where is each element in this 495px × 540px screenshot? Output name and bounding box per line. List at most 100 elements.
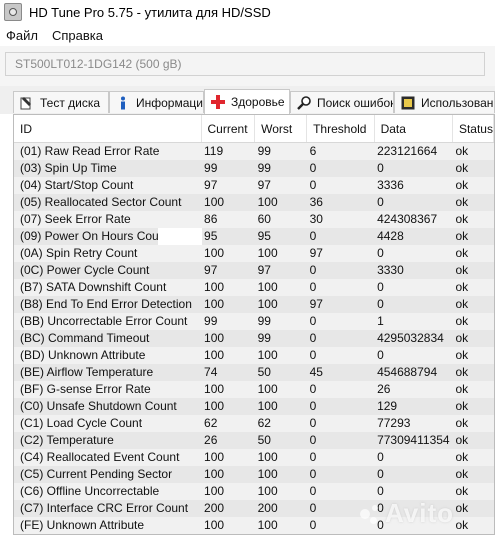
attribute-id: (C7) Interface CRC Error Count <box>14 500 202 517</box>
table-row[interactable]: (C0) Unsafe Shutdown Count 100 100 0 129 ok <box>14 398 494 415</box>
raw-data: 223121664 <box>374 142 453 160</box>
tab-benchmark[interactable]: Тест диска <box>13 91 109 113</box>
status-value: ok <box>452 517 494 534</box>
column-header-status[interactable]: Status <box>452 115 494 143</box>
raw-data: 0 <box>374 466 453 483</box>
tab-error-scan[interactable]: Поиск ошибок <box>290 91 394 113</box>
current-value: 95 <box>201 228 255 245</box>
raw-data: 77309411354 <box>374 432 453 449</box>
worst-value: 100 <box>254 483 307 500</box>
current-value: 100 <box>201 483 255 500</box>
table-row[interactable]: (BD) Unknown Attribute 100 100 0 0 ok <box>14 347 494 364</box>
tab-health[interactable]: Здоровье <box>204 89 290 114</box>
attribute-id: (BD) Unknown Attribute <box>14 347 202 364</box>
table-row[interactable]: (BB) Uncorrectable Error Count 99 99 0 1 ok <box>14 313 494 330</box>
tab-label: Использовани <box>421 95 495 110</box>
table-row[interactable]: (B7) SATA Downshift Count 100 100 0 0 ok <box>14 279 494 296</box>
worst-value: 97 <box>254 177 307 194</box>
attribute-id: (C5) Current Pending Sector <box>14 466 202 483</box>
worst-value: 99 <box>254 330 307 347</box>
status-value: ok <box>452 177 494 194</box>
menu-help[interactable]: Справка <box>46 28 111 43</box>
column-header-data[interactable]: Data <box>374 115 453 143</box>
table-row[interactable]: (BF) G-sense Error Rate 100 100 0 26 ok <box>14 381 494 398</box>
table-row[interactable]: (BC) Command Timeout 100 99 0 4295032834 ok <box>14 330 494 347</box>
table-row[interactable]: (C4) Reallocated Event Count 100 100 0 0 ok <box>14 449 494 466</box>
column-header-threshold[interactable]: Threshold <box>306 115 375 143</box>
attribute-id: (B7) SATA Downshift Count <box>14 279 202 296</box>
table-row[interactable]: (05) Reallocated Sector Count 100 100 36 0 ok <box>14 194 494 211</box>
raw-data: 26 <box>374 381 453 398</box>
status-value: ok <box>452 364 494 381</box>
tab-label: Тест диска <box>40 95 101 110</box>
current-value: 100 <box>201 517 255 534</box>
status-value: ok <box>452 160 494 177</box>
title-bar: HD Tune Pro 5.75 - утилита для HD/SSD <box>0 0 495 24</box>
table-row[interactable]: (0A) Spin Retry Count 100 100 97 0 ok <box>14 245 494 262</box>
tab-info[interactable]: Информация <box>109 91 204 113</box>
table-row[interactable]: (04) Start/Stop Count 97 97 0 3336 ok <box>14 177 494 194</box>
table-row[interactable]: (B8) End To End Error Detection 100 100 97 0… <box>14 296 494 313</box>
raw-data: 0 <box>374 194 453 211</box>
smart-table: ID Current Worst Threshold Data Status (… <box>14 115 494 534</box>
worst-value: 100 <box>254 194 307 211</box>
table-row[interactable]: (C5) Current Pending Sector 100 100 0 0 ok <box>14 466 494 483</box>
table-header: ID Current Worst Threshold Data Status <box>14 115 494 143</box>
table-row[interactable]: (07) Seek Error Rate 86 60 30 424308367 ok <box>14 211 494 228</box>
raw-data: 3330 <box>374 262 453 279</box>
status-value: ok <box>452 262 494 279</box>
column-header-current[interactable]: Current <box>201 115 256 143</box>
raw-data: 4295032834 <box>374 330 453 347</box>
table-row[interactable]: (BE) Airflow Temperature 74 50 45 454688794 o… <box>14 364 494 381</box>
app-disk-icon <box>4 3 22 21</box>
current-value: 100 <box>201 347 255 364</box>
health-cross-icon <box>211 95 225 109</box>
table-row[interactable]: (01) Raw Read Error Rate 119 99 6 223121664 o… <box>14 142 494 160</box>
threshold-value: 0 <box>306 330 375 347</box>
redaction-patch <box>158 228 202 245</box>
worst-value: 100 <box>254 517 307 534</box>
threshold-value: 36 <box>306 194 375 211</box>
current-value: 26 <box>201 432 255 449</box>
table-row[interactable]: (0C) Power Cycle Count 97 97 0 3330 ok <box>14 262 494 279</box>
table-row[interactable]: (C2) Temperature 26 50 0 77309411354 ok <box>14 432 494 449</box>
threshold-value: 97 <box>306 296 375 313</box>
attribute-id: (FE) Unknown Attribute <box>14 517 202 534</box>
threshold-value: 0 <box>306 262 375 279</box>
worst-value: 100 <box>254 449 307 466</box>
table-row[interactable]: (03) Spin Up Time 99 99 0 0 ok <box>14 160 494 177</box>
current-value: 100 <box>201 245 255 262</box>
threshold-value: 0 <box>306 177 375 194</box>
menu-file[interactable]: Файл <box>0 28 46 43</box>
current-value: 100 <box>201 398 255 415</box>
attribute-id: (C2) Temperature <box>14 432 202 449</box>
attribute-id: (C6) Offline Uncorrectable <box>14 483 202 500</box>
column-header-worst[interactable]: Worst <box>254 115 308 143</box>
attribute-id: (01) Raw Read Error Rate <box>14 142 202 160</box>
attribute-id: (C4) Reallocated Event Count <box>14 449 202 466</box>
raw-data: 0 <box>374 449 453 466</box>
window-title: HD Tune Pro 5.75 - утилита для HD/SSD <box>29 4 271 20</box>
raw-data: 3336 <box>374 177 453 194</box>
drive-select[interactable]: ST500LT012-1DG142 (500 gB) <box>5 52 485 76</box>
attribute-id: (0A) Spin Retry Count <box>14 245 202 262</box>
status-value: ok <box>452 279 494 296</box>
attribute-id: (C1) Load Cycle Count <box>14 415 202 432</box>
tab-disk-usage[interactable]: Использовани <box>394 91 495 113</box>
raw-data: 4428 <box>374 228 453 245</box>
threshold-value: 0 <box>306 449 375 466</box>
table-row[interactable]: (C1) Load Cycle Count 62 62 0 77293 ok <box>14 415 494 432</box>
current-value: 100 <box>201 466 255 483</box>
raw-data: 77293 <box>374 415 453 432</box>
menu-bar: Файл Справка <box>0 24 495 46</box>
column-header-id[interactable]: ID <box>14 115 202 143</box>
attribute-id: (BB) Uncorrectable Error Count <box>14 313 202 330</box>
table-row[interactable]: (09) Power On Hours Count 95 95 0 4428 ok <box>14 228 494 245</box>
status-value: ok <box>452 398 494 415</box>
threshold-value: 0 <box>306 313 375 330</box>
status-value: ok <box>452 381 494 398</box>
threshold-value: 0 <box>306 381 375 398</box>
current-value: 200 <box>201 500 255 517</box>
tab-bar: Тест диска Информация Здоровье Поиск оши… <box>0 86 495 114</box>
smart-table-body: (01) Raw Read Error Rate 119 99 6 223121664 o… <box>14 142 494 534</box>
